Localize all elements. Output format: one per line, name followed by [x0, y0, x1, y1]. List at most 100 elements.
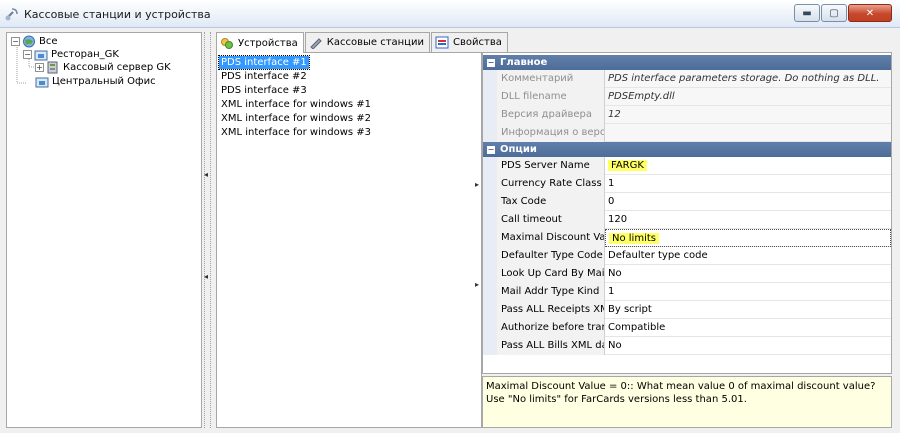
tab-strip: Устройства Кассовые станции Свойства	[216, 32, 509, 53]
property-name: Defaulter Type Code as	[497, 247, 605, 265]
device-list-item[interactable]: XML interface for windows #1	[219, 98, 373, 111]
expand-right-arrow[interactable]: ▸	[475, 280, 479, 289]
property-value[interactable]: Compatible	[605, 319, 891, 337]
property-value[interactable]: No	[605, 337, 891, 355]
property-row[interactable]: Mail Addr Type Kind 1	[483, 283, 891, 301]
property-name: Mail Addr Type Kind	[497, 283, 605, 301]
property-name: Версия драйвера	[497, 106, 605, 124]
property-row[interactable]: Pass ALL Receipts XML By script	[483, 301, 891, 319]
property-row[interactable]: Tax Code 0	[483, 193, 891, 211]
property-name: Currency Rate Class Code	[497, 175, 605, 193]
property-value[interactable]: No limits	[605, 229, 891, 247]
category-collapse-toggle[interactable]: −	[487, 145, 495, 154]
property-name: Call timeout	[497, 211, 605, 229]
category-main[interactable]: − Главное	[483, 55, 891, 70]
left-splitter[interactable]: ◂ ◂	[204, 32, 211, 428]
device-list-item[interactable]: PDS interface #2	[219, 70, 309, 83]
property-value: PDSEmpty.dll	[608, 91, 675, 102]
tree-item-label: Центральный Офис	[52, 75, 156, 87]
property-row[interactable]: Call timeout 120	[483, 211, 891, 229]
property-row[interactable]: Комментарий PDS interface parameters sto…	[483, 70, 891, 88]
property-row[interactable]: DLL filename PDSEmpty.dll	[483, 88, 891, 106]
server-icon	[47, 61, 58, 73]
highlighted-value: FARGK	[608, 160, 647, 171]
property-description: Maximal Discount Value = 0:: What mean v…	[482, 376, 892, 428]
restaurant-icon	[34, 50, 48, 60]
office-icon	[35, 77, 49, 87]
window-title: Кассовые станции и устройства	[24, 8, 211, 21]
property-value[interactable]: 0	[605, 193, 891, 211]
property-row[interactable]: Версия драйвера 12	[483, 106, 891, 124]
globe-icon	[23, 35, 35, 47]
collapse-toggle[interactable]: −	[11, 36, 20, 46]
device-list-item[interactable]: XML interface for windows #3	[219, 126, 373, 139]
property-name: Look Up Card By Mail Addr	[497, 265, 605, 283]
tab-properties[interactable]: Свойства	[431, 32, 508, 52]
tab-label: Свойства	[453, 37, 502, 48]
properties-icon	[435, 36, 449, 49]
main-window: Кассовые станции и устройства ▬ ▢ ✕ − Вс…	[0, 0, 900, 433]
property-name: Pass ALL Bills XML data	[497, 337, 605, 355]
property-name: Authorize before transaction	[497, 319, 605, 337]
property-name: PDS Server Name	[497, 157, 605, 175]
caption-buttons: ▬ ▢ ✕	[793, 4, 892, 24]
collapse-toggle[interactable]: −	[23, 49, 32, 59]
category-label: Опции	[500, 144, 537, 155]
property-row[interactable]: Pass ALL Bills XML data No	[483, 337, 891, 355]
tree-item-restaurant[interactable]: − Ресторан_GK	[23, 47, 119, 61]
category-collapse-toggle[interactable]: −	[487, 58, 495, 67]
property-name: DLL filename	[497, 88, 605, 106]
category-label: Главное	[500, 57, 548, 68]
title-bar: Кассовые станции и устройства ▬ ▢ ✕	[0, 0, 900, 28]
property-value: PDS interface parameters storage. Do not…	[608, 73, 880, 84]
property-name: Maximal Discount Value	[497, 229, 605, 247]
tree-item-label: Кассовый сервер GK	[63, 61, 171, 73]
property-value[interactable]: Defaulter type code	[605, 247, 891, 265]
property-value[interactable]: 1	[605, 283, 891, 301]
expand-toggle[interactable]: +	[35, 62, 44, 72]
satellite-icon	[5, 8, 18, 21]
property-value[interactable]: By script	[605, 301, 891, 319]
property-value[interactable]: 1	[605, 175, 891, 193]
device-list-item[interactable]: PDS interface #3	[219, 84, 309, 97]
tab-label: Кассовые станции	[326, 37, 424, 48]
tree-item-cash-server[interactable]: + Кассовый сервер GK	[35, 60, 171, 74]
property-value	[605, 124, 891, 142]
pen-icon	[310, 38, 322, 49]
device-list[interactable]: PDS interface #1 PDS interface #2 PDS in…	[216, 52, 482, 428]
property-row[interactable]: PDS Server Name FARGK	[483, 157, 891, 175]
property-row[interactable]: Currency Rate Class Code 1	[483, 175, 891, 193]
property-row[interactable]: Информация о версии	[483, 124, 891, 142]
collapse-left-arrow[interactable]: ◂	[204, 272, 208, 281]
property-value[interactable]: FARGK	[605, 157, 891, 175]
collapse-left-arrow[interactable]: ◂	[204, 170, 208, 179]
expand-right-arrow[interactable]: ▸	[475, 180, 479, 189]
property-row[interactable]: Defaulter Type Code as Defaulter type co…	[483, 247, 891, 265]
tab-label: Устройства	[238, 37, 298, 49]
close-button[interactable]: ✕	[848, 4, 892, 22]
property-value[interactable]: 120	[605, 211, 891, 229]
property-value[interactable]: No	[605, 265, 891, 283]
device-list-item[interactable]: XML interface for windows #2	[219, 112, 373, 125]
devices-icon	[221, 37, 233, 49]
highlighted-value: No limits	[609, 233, 659, 244]
maximize-button[interactable]: ▢	[821, 4, 847, 22]
tree-item-all[interactable]: − Все	[11, 34, 58, 48]
tab-devices[interactable]: Устройства	[216, 32, 304, 53]
property-row[interactable]: Look Up Card By Mail Addr No	[483, 265, 891, 283]
property-row-selected[interactable]: Maximal Discount Value No limits	[483, 229, 891, 247]
tab-cash-stations[interactable]: Кассовые станции	[304, 32, 430, 52]
property-name: Информация о версии	[497, 124, 605, 142]
minimize-button[interactable]: ▬	[794, 4, 820, 22]
station-tree[interactable]: − Все − Ресторан_GK + Кассовый сервер GK	[6, 32, 202, 428]
property-name: Pass ALL Receipts XML	[497, 301, 605, 319]
device-list-item[interactable]: PDS interface #1	[218, 55, 310, 70]
category-options[interactable]: − Опции	[483, 142, 891, 157]
property-name: Tax Code	[497, 193, 605, 211]
tree-item-central-office[interactable]: Центральный Офис	[35, 74, 156, 88]
property-row[interactable]: Authorize before transaction Compatible	[483, 319, 891, 337]
tree-item-label: Все	[39, 35, 58, 47]
right-splitter[interactable]: ▸ ▸	[475, 52, 482, 428]
property-grid[interactable]: − Главное Комментарий PDS interface para…	[482, 52, 892, 374]
property-name: Комментарий	[497, 70, 605, 88]
